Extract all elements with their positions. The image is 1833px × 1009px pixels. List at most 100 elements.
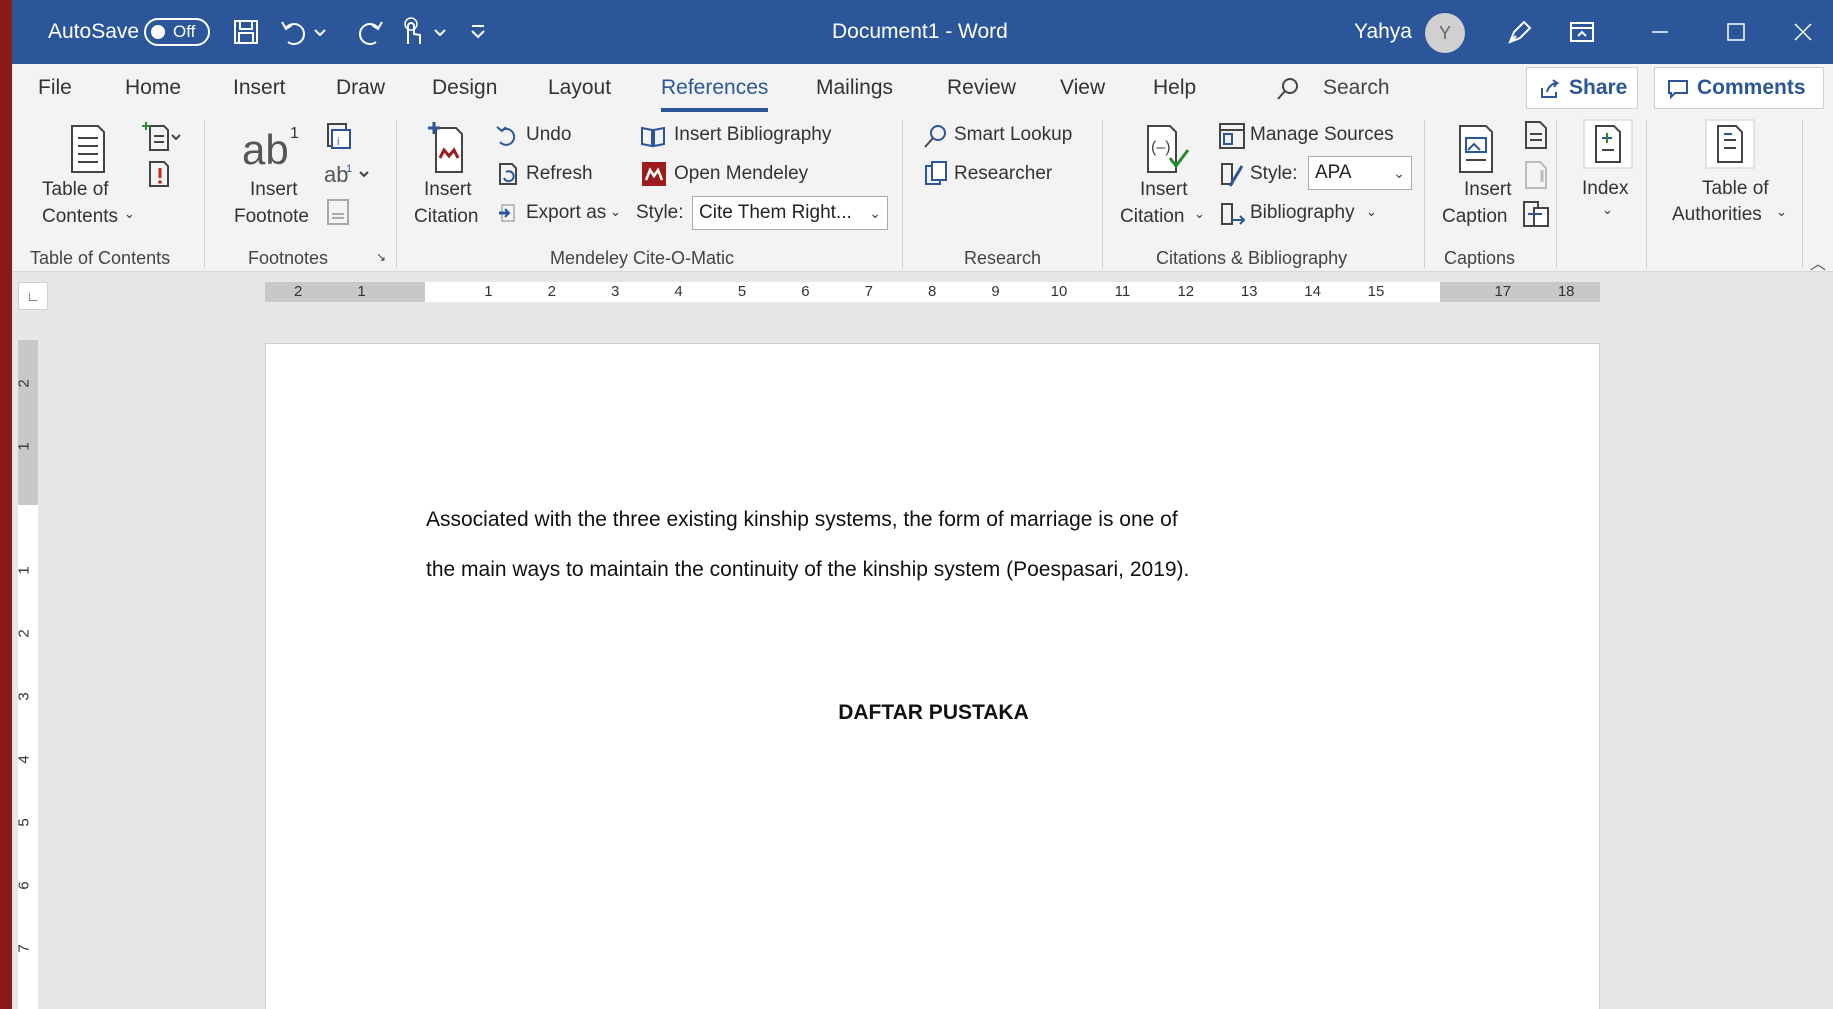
ribbon-references: Table of Contents ⌄ Table of Contents ab… — [12, 116, 1833, 272]
show-notes-button[interactable] — [324, 198, 352, 226]
touch-dropdown-icon[interactable] — [432, 16, 448, 48]
maximize-button[interactable] — [1706, 0, 1766, 64]
vertical-ruler[interactable]: 2 1 1 2 3 4 5 6 7 — [16, 340, 38, 1009]
user-name[interactable]: Yahya — [1354, 0, 1412, 64]
cross-reference-button[interactable] — [1522, 200, 1550, 230]
toc-label-line2: Contents — [42, 206, 119, 227]
mendeley-undo-label[interactable]: Undo — [526, 124, 571, 146]
open-mendeley-button[interactable] — [642, 162, 666, 186]
add-text-button[interactable] — [136, 120, 184, 154]
bibliography-button[interactable] — [1218, 200, 1246, 228]
ruler-label: 14 — [1304, 283, 1321, 300]
minimize-button[interactable] — [1630, 0, 1690, 64]
avatar[interactable]: Y — [1425, 13, 1465, 53]
ruler-label: 15 — [1367, 283, 1385, 300]
mendeley-export-button[interactable] — [496, 201, 520, 225]
autosave-state: Off — [173, 22, 196, 41]
close-button[interactable] — [1773, 0, 1833, 64]
table-of-authorities-button[interactable] — [1704, 118, 1758, 170]
ribbon-display-options-icon[interactable] — [1566, 16, 1598, 48]
group-citations: Citations & Bibliography — [1156, 248, 1348, 268]
insert-caption-button[interactable] — [1456, 122, 1500, 178]
mendeley-undo-button[interactable] — [494, 124, 518, 148]
tab-insert[interactable]: Insert — [233, 64, 286, 116]
share-button[interactable]: Share — [1526, 67, 1638, 109]
tab-home[interactable]: Home — [125, 64, 181, 116]
researcher-button[interactable] — [922, 160, 950, 188]
citation-style-select[interactable]: APA ⌄ — [1308, 156, 1412, 190]
table-of-contents-button[interactable] — [56, 122, 120, 174]
export-dropdown-icon[interactable]: ⌄ — [610, 204, 621, 220]
group-mendeley: Mendeley Cite-O-Matic — [550, 248, 735, 268]
tab-layout[interactable]: Layout — [548, 64, 611, 116]
comments-button[interactable]: Comments — [1654, 67, 1824, 109]
next-footnote-button[interactable]: ab 1 — [322, 158, 374, 190]
authorities-dropdown-icon[interactable]: ⌄ — [1776, 204, 1787, 220]
designer-pen-icon[interactable] — [1504, 16, 1536, 48]
manage-sources-button[interactable] — [1218, 122, 1246, 150]
tab-draw[interactable]: Draw — [336, 64, 385, 116]
tab-review[interactable]: Review — [947, 64, 1016, 116]
index-dropdown-icon[interactable]: ⌄ — [1602, 202, 1613, 218]
tab-mailings[interactable]: Mailings — [816, 64, 893, 116]
bibliography-dropdown-icon[interactable]: ⌄ — [1366, 204, 1377, 220]
bibliography-label[interactable]: Bibliography — [1250, 202, 1355, 224]
svg-text:1: 1 — [290, 125, 299, 142]
citation-dropdown-icon[interactable]: ⌄ — [1194, 206, 1205, 222]
insert-footnote-button[interactable]: ab 1 — [236, 120, 302, 172]
share-icon — [1541, 79, 1560, 98]
group-captions: Captions — [1444, 248, 1516, 268]
citation-style-label: Style: — [1250, 163, 1298, 184]
insert-table-of-figures-button[interactable] — [1522, 120, 1550, 150]
tab-help[interactable]: Help — [1153, 64, 1196, 116]
insert-bibliography-label[interactable]: Insert Bibliography — [674, 124, 831, 146]
update-table-button[interactable] — [146, 158, 178, 190]
update-figures-icon — [1525, 161, 1547, 189]
mendeley-refresh-label[interactable]: Refresh — [526, 163, 593, 185]
collapse-ribbon-icon[interactable]: ︿ — [1810, 250, 1826, 274]
index-button[interactable] — [1582, 118, 1636, 170]
smart-lookup-button[interactable] — [922, 122, 950, 150]
customize-toolbar-icon[interactable] — [466, 16, 490, 48]
index-label[interactable]: Index — [1582, 178, 1628, 200]
autosave-toggle[interactable]: Off — [144, 18, 210, 46]
mendeley-export-label[interactable]: Export as — [526, 202, 606, 224]
bibliography-heading[interactable]: DAFTAR PUSTAKA — [266, 701, 1601, 725]
tab-file[interactable]: File — [38, 64, 72, 116]
manage-sources-icon — [1219, 123, 1245, 149]
minimize-icon — [1652, 31, 1668, 33]
open-mendeley-label[interactable]: Open Mendeley — [674, 163, 808, 185]
body-paragraph-line2[interactable]: the main ways to maintain the continuity… — [426, 545, 1326, 595]
undo-dropdown-icon[interactable] — [312, 16, 328, 48]
insert-bibliography-button[interactable] — [640, 124, 666, 148]
tab-view[interactable]: View — [1060, 64, 1105, 116]
redo-icon[interactable] — [354, 16, 386, 48]
document-page[interactable]: Associated with the three existing kinsh… — [265, 343, 1600, 1009]
researcher-label[interactable]: Researcher — [954, 163, 1052, 185]
mendeley-style-select[interactable]: Cite Them Right... ⌄ — [692, 196, 888, 230]
update-table-of-figures-button[interactable] — [1522, 160, 1550, 190]
mendeley-insert-citation-button[interactable] — [420, 120, 476, 176]
save-icon[interactable] — [230, 16, 262, 48]
tab-design[interactable]: Design — [432, 64, 497, 116]
touch-mode-icon[interactable] — [396, 16, 428, 48]
insert-endnote-button[interactable]: i — [322, 120, 354, 152]
ruler-label: 7 — [864, 283, 873, 300]
footnotes-dialog-launcher-icon[interactable]: ↘ — [376, 250, 386, 264]
undo-icon[interactable] — [278, 16, 310, 48]
mendeley-refresh-button[interactable] — [496, 162, 520, 186]
manage-sources-label[interactable]: Manage Sources — [1250, 124, 1394, 146]
mendeley-logo-icon — [642, 162, 666, 186]
mendeley-insert-line2: Citation — [414, 206, 479, 227]
comments-label: Comments — [1697, 76, 1806, 99]
tab-references[interactable]: References — [661, 64, 769, 116]
caption-label-line2: Caption — [1442, 206, 1508, 227]
smart-lookup-label[interactable]: Smart Lookup — [954, 124, 1072, 146]
body-paragraph-line1[interactable]: Associated with the three existing kinsh… — [426, 495, 1326, 545]
toc-dropdown-icon[interactable]: ⌄ — [124, 206, 135, 222]
insert-citation-button[interactable]: (–) — [1140, 122, 1196, 178]
horizontal-ruler[interactable]: 2 1 1 2 3 4 5 6 7 8 9 10 11 12 13 14 15 17 18 — [265, 282, 1600, 302]
ruler-label: 8 — [928, 283, 937, 300]
svg-text:ab: ab — [242, 126, 289, 172]
tab-selector-icon[interactable]: ∟ — [18, 282, 48, 310]
